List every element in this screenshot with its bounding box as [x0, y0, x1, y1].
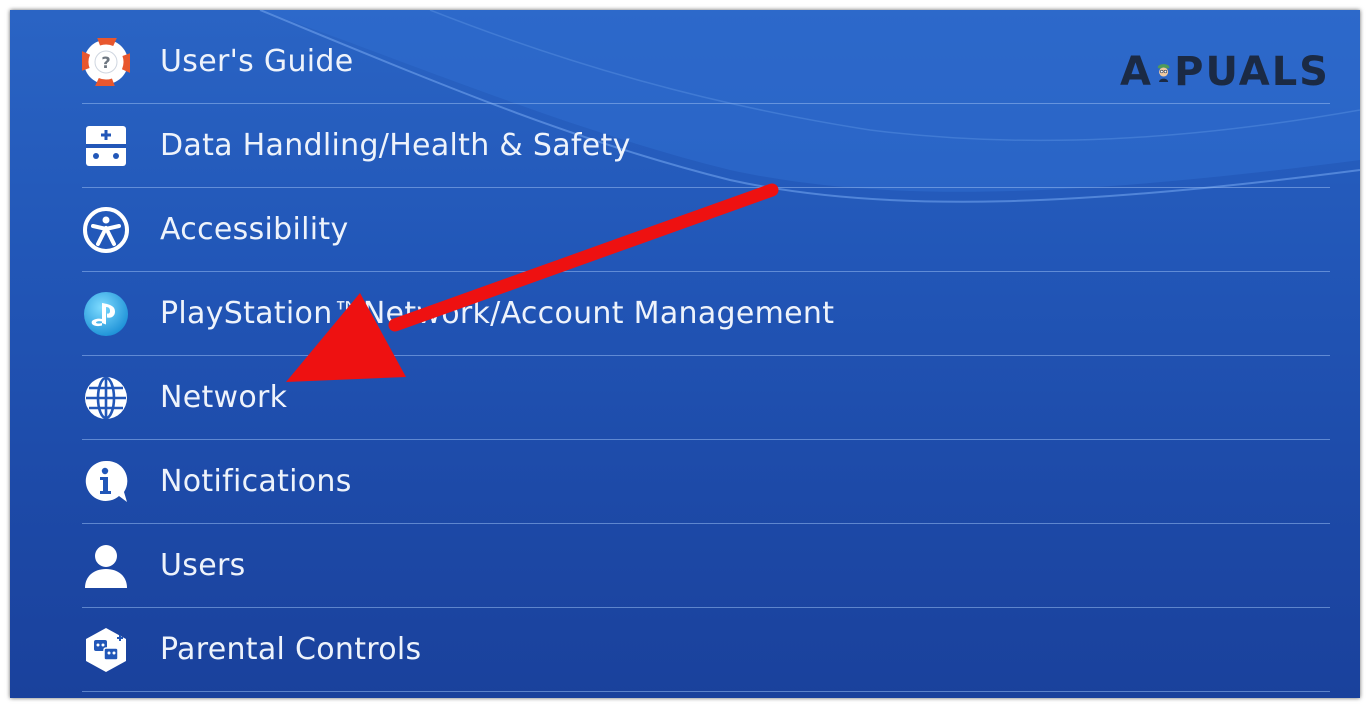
menu-item-notifications[interactable]: Notifications — [82, 440, 1330, 524]
menu-item-network[interactable]: Network — [82, 356, 1330, 440]
menu-item-parental-controls[interactable]: Parental Controls — [82, 608, 1330, 692]
menu-item-label: PlayStation™Network/Account Management — [160, 295, 835, 331]
menu-item-label: Parental Controls — [160, 631, 422, 667]
menu-item-label: User's Guide — [160, 43, 354, 79]
menu-item-data-handling[interactable]: Data Handling/Health & Safety — [82, 104, 1330, 188]
parental-controls-icon — [82, 626, 130, 674]
watermark-left: A — [1120, 49, 1153, 95]
user-icon — [82, 542, 130, 590]
menu-item-label: Users — [160, 547, 246, 583]
menu-item-users[interactable]: Users — [82, 524, 1330, 608]
svg-text:?: ? — [101, 53, 110, 72]
data-handling-icon — [82, 122, 130, 170]
lifebuoy-help-icon: ? — [82, 37, 130, 86]
playstation-network-icon — [82, 290, 130, 338]
menu-item-accessibility[interactable]: Accessibility — [82, 188, 1330, 272]
menu-item-label: Data Handling/Health & Safety — [160, 127, 631, 163]
screenshot-frame: ? User's Guide Data Handling/Health & Sa… — [10, 10, 1360, 698]
globe-icon — [82, 374, 130, 422]
mascot-icon — [1157, 64, 1170, 82]
settings-menu: ? User's Guide Data Handling/Health & Sa… — [10, 10, 1360, 698]
menu-item-label: Notifications — [160, 463, 352, 499]
appuals-watermark: A PUALS — [1120, 44, 1330, 100]
menu-item-label: Network — [160, 379, 288, 415]
accessibility-icon — [82, 206, 130, 254]
menu-item-psn-account[interactable]: PlayStation™Network/Account Management — [82, 272, 1330, 356]
info-bubble-icon — [82, 458, 130, 506]
menu-item-label: Accessibility — [160, 211, 349, 247]
watermark-right: PUALS — [1174, 49, 1330, 95]
